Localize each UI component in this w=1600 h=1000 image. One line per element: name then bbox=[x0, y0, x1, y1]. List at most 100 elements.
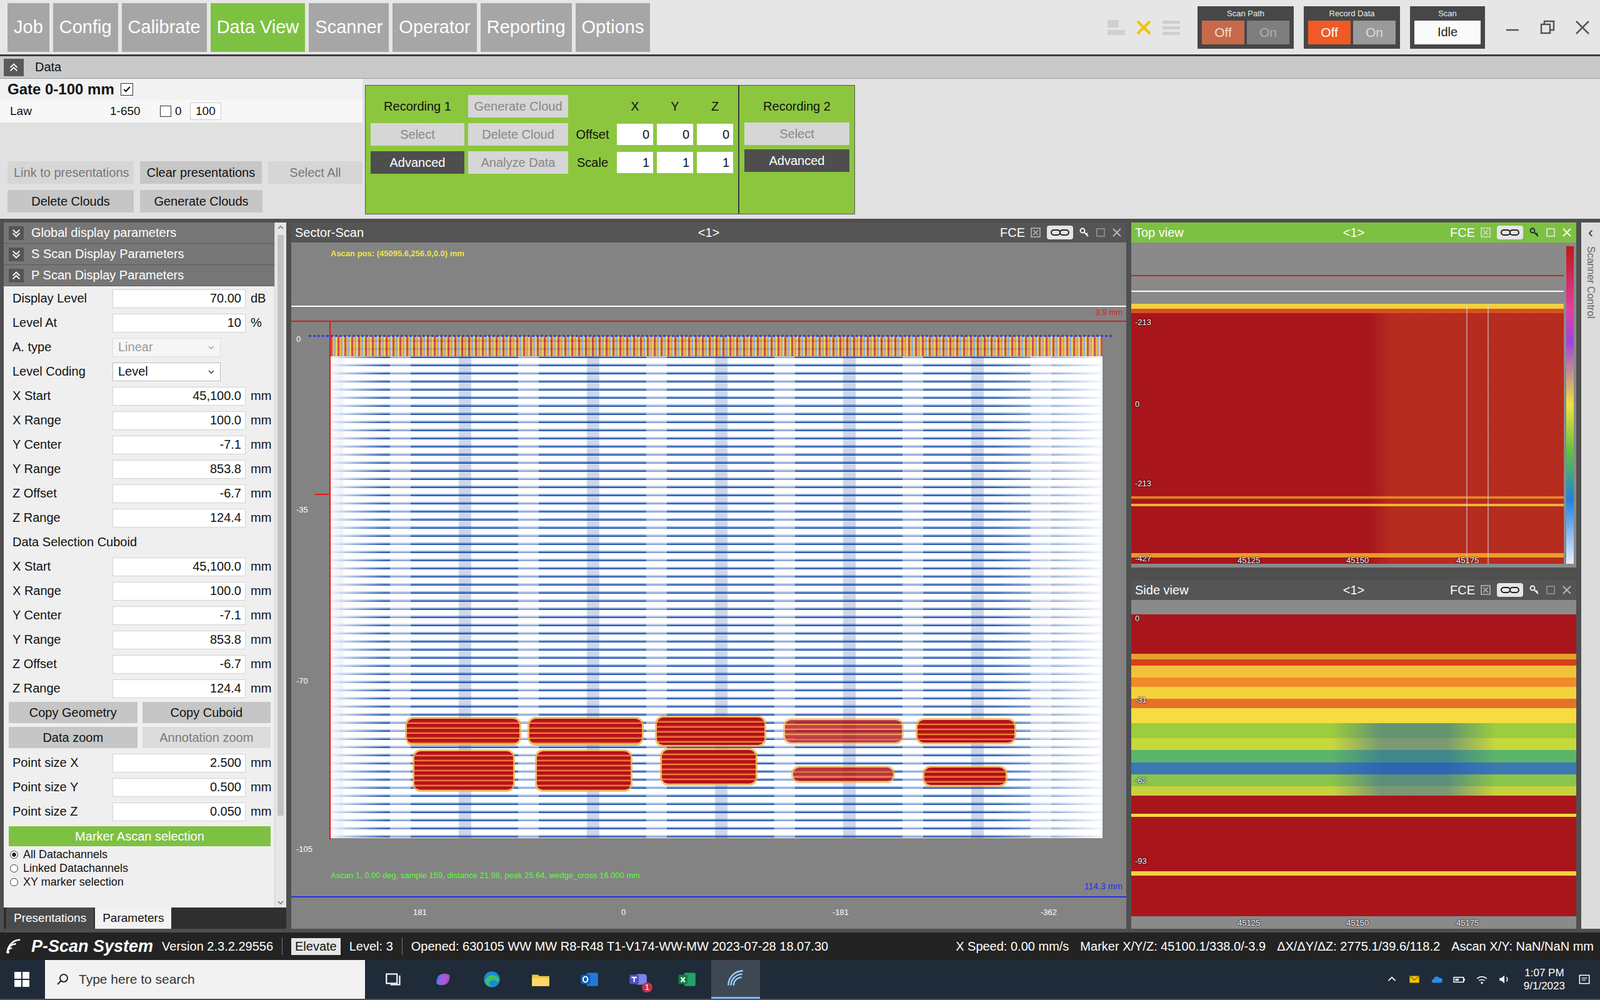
parameter-button[interactable]: Copy Geometry bbox=[8, 701, 138, 724]
parameter-input[interactable]: 100.0 bbox=[112, 411, 246, 430]
law-to-input[interactable]: 100 bbox=[190, 102, 222, 120]
parameter-input[interactable]: 45,100.0 bbox=[112, 557, 246, 577]
parameter-input[interactable]: 0.500 bbox=[112, 778, 246, 797]
offset-input[interactable]: 0 bbox=[656, 123, 694, 145]
maximize-icon[interactable] bbox=[1095, 226, 1107, 239]
close-icon[interactable] bbox=[1561, 226, 1573, 239]
parameter-input[interactable]: 0.050 bbox=[112, 802, 246, 822]
select-button[interactable]: Select bbox=[370, 123, 465, 146]
generate-cloud-button[interactable]: Generate Cloud bbox=[468, 95, 569, 118]
scale-input[interactable]: 1 bbox=[656, 151, 694, 174]
scrollbar[interactable] bbox=[274, 222, 287, 908]
parameter-button[interactable]: Annotation zoom bbox=[142, 726, 272, 749]
parameter-input[interactable]: -6.7 bbox=[112, 484, 246, 504]
close-icon[interactable] bbox=[1111, 226, 1123, 239]
advanced-button[interactable]: Advanced bbox=[370, 151, 465, 174]
expand-icon[interactable]: ‹ bbox=[1588, 225, 1594, 240]
taskbar-app[interactable]: 1 bbox=[613, 960, 663, 999]
parameter-input[interactable]: 70.00 bbox=[112, 289, 246, 309]
list-layout-icon[interactable] bbox=[1160, 16, 1183, 39]
taskbar-app[interactable] bbox=[711, 960, 760, 999]
menu-tab[interactable]: Job bbox=[7, 3, 50, 52]
windows-start-icon[interactable] bbox=[12, 970, 32, 989]
taskbar-app[interactable] bbox=[516, 960, 565, 999]
scan-state-button[interactable]: Idle bbox=[1414, 20, 1481, 45]
parameter-input[interactable]: 124.4 bbox=[112, 679, 246, 699]
menu-tab[interactable]: Calibrate bbox=[121, 3, 207, 52]
section-header[interactable]: S Scan Display Parameters bbox=[3, 243, 275, 265]
close-icon[interactable] bbox=[1561, 584, 1573, 596]
taskbar-app[interactable] bbox=[370, 960, 419, 999]
parameter-button[interactable]: Copy Cuboid bbox=[142, 701, 272, 724]
section-header[interactable]: Global display parameters bbox=[3, 222, 275, 244]
taskbar-search[interactable]: Type here to search bbox=[45, 960, 365, 999]
parameter-input[interactable]: 45,100.0 bbox=[112, 386, 246, 406]
key-icon[interactable] bbox=[1528, 584, 1540, 596]
top-view-canvas[interactable]: -2130-213-427451254515045175 bbox=[1131, 242, 1577, 568]
close-icon[interactable] bbox=[1573, 18, 1592, 37]
radio-option[interactable]: XY marker selection bbox=[10, 875, 275, 889]
collapse-button[interactable] bbox=[3, 58, 24, 77]
link-icon[interactable] bbox=[1496, 582, 1524, 598]
delete-cloud-button[interactable]: Delete Cloud bbox=[468, 123, 569, 146]
toggle-option[interactable]: On bbox=[1353, 20, 1396, 45]
boxed-x-icon[interactable] bbox=[1480, 226, 1492, 239]
select-button[interactable]: Select bbox=[744, 122, 850, 145]
advanced-button[interactable]: Advanced bbox=[744, 149, 850, 172]
parameter-input[interactable]: 853.8 bbox=[112, 460, 246, 479]
tray-chevron-icon[interactable] bbox=[1385, 972, 1399, 987]
close-layout-icon[interactable] bbox=[1132, 16, 1155, 39]
battery-icon[interactable] bbox=[1452, 972, 1467, 987]
radio-option[interactable]: All Datachannels bbox=[10, 847, 275, 862]
mail-icon[interactable] bbox=[1407, 972, 1422, 987]
key-icon[interactable] bbox=[1078, 226, 1090, 239]
minimize-icon[interactable] bbox=[1503, 18, 1522, 37]
taskbar-app[interactable] bbox=[565, 960, 614, 999]
menu-tab[interactable]: Options bbox=[575, 3, 651, 52]
analyze-data-button[interactable]: Analyze Data bbox=[468, 151, 569, 174]
toggle-option[interactable]: On bbox=[1246, 20, 1290, 45]
action-button[interactable]: Delete Clouds bbox=[7, 190, 134, 213]
parameter-input[interactable]: 100.0 bbox=[112, 581, 246, 601]
menu-tab[interactable]: Scanner bbox=[308, 3, 389, 52]
scale-input[interactable]: 1 bbox=[696, 151, 734, 174]
layout-icon[interactable] bbox=[1105, 16, 1128, 39]
section-header[interactable]: P Scan Display Parameters bbox=[3, 265, 275, 287]
action-button[interactable]: Link to presentations bbox=[7, 161, 134, 184]
maximize-icon[interactable] bbox=[1545, 584, 1557, 596]
law-checkbox[interactable] bbox=[160, 105, 172, 117]
parameter-input[interactable]: -7.1 bbox=[112, 435, 246, 455]
parameter-button[interactable]: Data zoom bbox=[8, 726, 138, 749]
scanner-control-strip[interactable]: ‹Scanner Control bbox=[1581, 222, 1600, 929]
radio-option[interactable]: Linked Datachannels bbox=[10, 861, 275, 875]
scroll-up-icon[interactable] bbox=[275, 222, 286, 233]
scroll-down-icon[interactable] bbox=[275, 897, 286, 908]
scale-input[interactable]: 1 bbox=[616, 151, 654, 174]
parameter-input[interactable]: 853.8 bbox=[112, 630, 246, 650]
action-button[interactable]: Generate Clouds bbox=[140, 190, 263, 213]
side-view-canvas[interactable]: 0-31-62-93451254515045175 bbox=[1131, 600, 1577, 929]
gate-checkbox[interactable] bbox=[120, 83, 134, 96]
menu-tab[interactable]: Config bbox=[53, 3, 119, 52]
boxed-x-icon[interactable] bbox=[1480, 584, 1492, 596]
boxed-x-icon[interactable] bbox=[1030, 226, 1042, 239]
sector-scan-canvas[interactable]: Ascan pos: (45095.6,256.0,0.0) mm3.9 mm0… bbox=[291, 242, 1127, 929]
link-icon[interactable] bbox=[1046, 225, 1074, 240]
menu-tab[interactable]: Data View bbox=[210, 3, 306, 52]
clock[interactable]: 1:07 PM9/1/2023 bbox=[1520, 966, 1569, 994]
action-button[interactable]: Select All bbox=[268, 161, 363, 184]
parameter-input[interactable]: 124.4 bbox=[112, 508, 246, 528]
menu-tab[interactable]: Reporting bbox=[480, 3, 572, 52]
taskbar-app[interactable] bbox=[418, 960, 468, 999]
link-icon[interactable] bbox=[1496, 225, 1524, 240]
parameter-input[interactable]: -6.7 bbox=[112, 655, 246, 674]
key-icon[interactable] bbox=[1528, 226, 1540, 239]
toggle-option[interactable]: Off bbox=[1308, 20, 1351, 45]
parameter-input[interactable]: -7.1 bbox=[112, 606, 246, 625]
panel-tab[interactable]: Parameters bbox=[95, 907, 172, 929]
parameter-dropdown[interactable]: Level bbox=[112, 362, 221, 382]
offset-input[interactable]: 0 bbox=[696, 123, 734, 145]
taskbar-app[interactable] bbox=[467, 960, 517, 999]
parameter-input[interactable]: 2.500 bbox=[112, 753, 246, 773]
speaker-icon[interactable] bbox=[1497, 972, 1512, 987]
